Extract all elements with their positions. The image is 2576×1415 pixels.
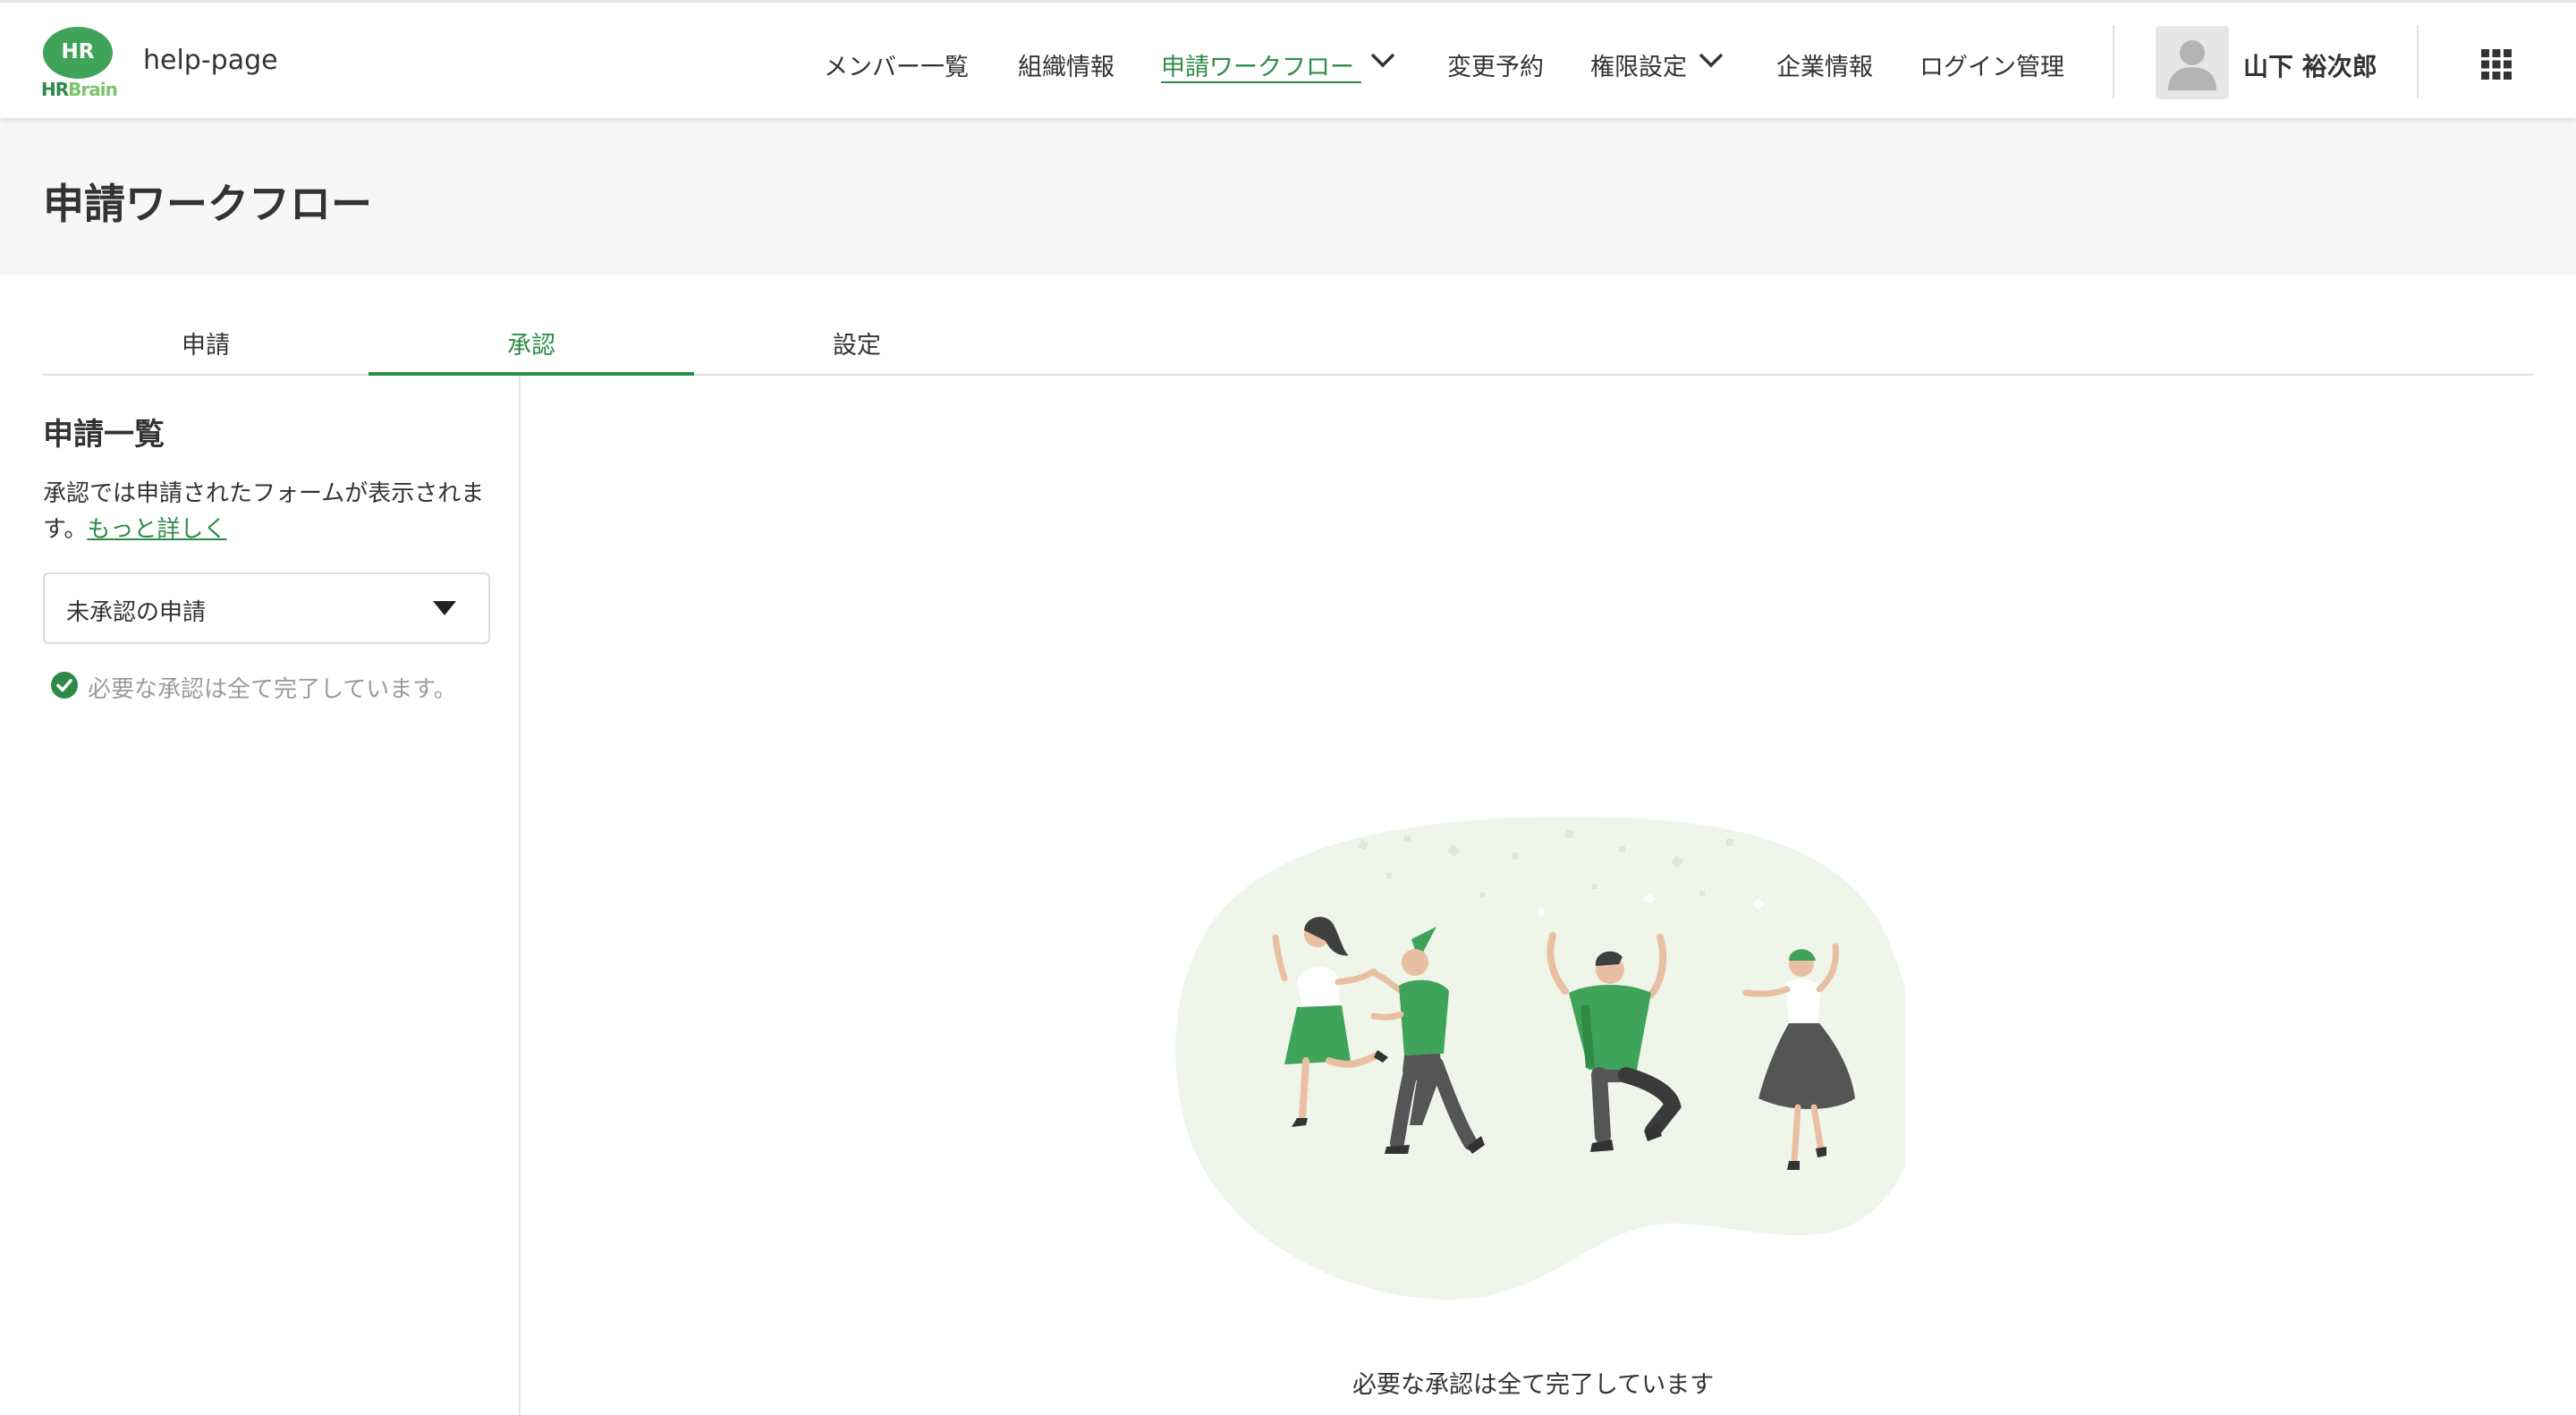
tab-settings[interactable]: 設定 [694, 324, 1020, 376]
nav-item-company[interactable]: 企業情報 [1776, 47, 1873, 82]
nav-divider [2113, 25, 2114, 98]
nav-item-organization[interactable]: 組織情報 [1018, 47, 1114, 82]
caret-down-icon [433, 601, 456, 615]
application-list-panel: 申請一覧 承認では申請されたフォームが表示されます。もっと詳しく 未承認の申請 … [0, 376, 521, 1415]
filter-selected-value: 未承認の申請 [66, 599, 207, 626]
apps-grid-icon[interactable] [2481, 49, 2512, 80]
user-placeholder-icon [2168, 40, 2216, 90]
nav-item-login-management[interactable]: ログイン管理 [1919, 47, 2064, 82]
empty-state-message: 必要な承認は全て完了しています [1352, 1371, 1715, 1399]
nav-item-workflow[interactable]: 申請ワークフロー [1161, 47, 1354, 82]
nav-item-members[interactable]: メンバー一覧 [824, 47, 969, 82]
page-header: 申請ワークフロー [0, 118, 2576, 275]
nav-item-change-reservation[interactable]: 変更予約 [1447, 47, 1544, 82]
workflow-tabs: 申請 承認 設定 [43, 324, 2533, 376]
application-filter-select[interactable]: 未承認の申請 [43, 572, 490, 644]
chevron-down-icon[interactable] [1697, 49, 1725, 71]
panel-title: 申請一覧 [43, 417, 165, 453]
chevron-down-icon[interactable] [1368, 49, 1397, 71]
status-text: 必要な承認は全て完了しています。 [88, 676, 457, 703]
nav-item-permissions[interactable]: 権限設定 [1590, 47, 1687, 82]
tab-approval[interactable]: 承認 [369, 324, 694, 376]
tab-application[interactable]: 申請 [43, 324, 369, 376]
panel-description: 承認では申請されたフォームが表示されます。もっと詳しく [43, 480, 485, 543]
celebration-illustration [1175, 817, 1905, 1301]
active-nav-underline [1161, 81, 1361, 83]
check-circle-icon [51, 672, 78, 699]
learn-more-link[interactable]: もっと詳しく [87, 516, 226, 543]
nav-divider [2417, 25, 2419, 98]
top-navigation-bar: HR HRBrain help-page メンバー一覧 組織情報 申請ワークフロ… [0, 0, 2576, 118]
avatar[interactable] [2156, 26, 2229, 99]
user-name[interactable]: 山下 裕次郎 [2243, 47, 2377, 83]
page-title: 申請ワークフロー [43, 180, 372, 228]
